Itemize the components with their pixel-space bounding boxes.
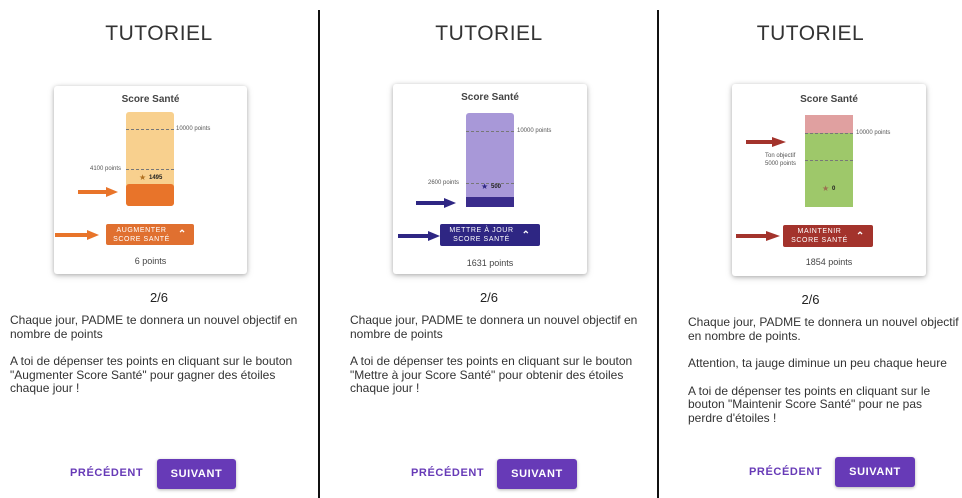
- previous-button[interactable]: PRÉCÉDENT: [749, 466, 822, 478]
- tutorial-text: Chaque jour, PADME te donnera un nouvel …: [350, 313, 640, 410]
- previous-button[interactable]: PRÉCÉDENT: [411, 467, 484, 479]
- tutorial-text: Chaque jour, PADME te donnera un nouvel …: [10, 313, 300, 410]
- arrow-right-icon: [55, 230, 99, 240]
- goal-label: 10000 points: [176, 126, 211, 132]
- target-label: 5000 points: [765, 161, 797, 167]
- target-label: Ton objectif: [765, 153, 796, 159]
- points-balance: 6 points: [134, 256, 167, 266]
- double-chevron-up-icon: ⌃: [521, 229, 531, 241]
- page-title: TUTORIEL: [435, 22, 543, 45]
- gauge-fill: [126, 184, 174, 206]
- page-title: TUTORIEL: [105, 22, 213, 45]
- tutorial-panel-3: TUTORIEL Score Santé 10000 points Ton ob…: [659, 0, 962, 498]
- paragraph: A toi de dépenser tes points en cliquant…: [688, 383, 931, 425]
- star-icon: ★: [481, 182, 489, 191]
- button-label-line2: SCORE SANTÉ: [453, 236, 510, 243]
- target-label: 4100 points: [90, 166, 122, 172]
- points-balance: 1631 points: [466, 258, 514, 268]
- paragraph: Chaque jour, PADME te donnera un nouvel …: [10, 313, 298, 341]
- tutorial-text: Chaque jour, PADME te donnera un nouvel …: [688, 315, 960, 439]
- page-indicator: 2/6: [479, 290, 499, 305]
- goal-line: [805, 133, 853, 134]
- double-chevron-up-icon: ⌃: [855, 230, 865, 242]
- next-button[interactable]: SUIVANT: [835, 457, 915, 487]
- next-button[interactable]: SUIVANT: [497, 459, 577, 489]
- arrow-right-icon: [746, 137, 786, 147]
- arrow-right-icon: [736, 231, 780, 241]
- arrow-right-icon: [416, 198, 456, 208]
- score-card: Score Santé 10000 points 2600 points ★ 5…: [393, 84, 587, 274]
- star-count: 1495: [149, 175, 163, 181]
- paragraph: Chaque jour, PADME te donnera un nouvel …: [350, 313, 638, 341]
- page-indicator: 2/6: [149, 290, 169, 305]
- page-title: TUTORIEL: [756, 22, 865, 45]
- arrow-right-icon: [398, 231, 440, 241]
- target-line: [805, 160, 853, 161]
- button-label-line2: SCORE SANTÉ: [791, 237, 848, 244]
- goal-line: [126, 129, 174, 130]
- tutorial-panel-2: TUTORIEL Score Santé 10000 points 2600 p…: [320, 0, 658, 498]
- paragraph: A toi de dépenser tes points en cliquant…: [350, 354, 633, 395]
- score-card: Score Santé 10000 points 4100 points ★ 1…: [54, 86, 247, 274]
- star-icon: ★: [139, 173, 147, 182]
- star-count: 0: [832, 186, 836, 192]
- gauge-fill: [466, 197, 514, 207]
- gauge-overflow-zone: [805, 115, 853, 133]
- button-label-line2: SCORE SANTÉ: [113, 235, 170, 243]
- target-line: [126, 169, 174, 170]
- card-title: Score Santé: [461, 92, 519, 103]
- double-chevron-up-icon: ⌃: [177, 229, 187, 240]
- target-label: 2600 points: [428, 180, 460, 186]
- points-balance: 1854 points: [805, 257, 853, 267]
- button-label-line1: AUGMENTER: [116, 226, 167, 234]
- star-icon: ★: [822, 184, 830, 193]
- card-title: Score Santé: [121, 94, 180, 105]
- maintain-score-button[interactable]: MAINTENIR SCORE SANTÉ ⌃: [783, 225, 873, 247]
- page-indicator: 2/6: [801, 292, 820, 307]
- button-label-line1: METTRE À JOUR: [449, 227, 514, 234]
- update-score-button[interactable]: METTRE À JOUR SCORE SANTÉ ⌃: [440, 224, 540, 246]
- tutorial-panel-1: TUTORIEL Score Santé 10000 points 4100 p…: [0, 0, 318, 498]
- button-label-line1: MAINTENIR: [797, 228, 842, 235]
- paragraph: A toi de dépenser tes points en cliquant…: [10, 354, 293, 395]
- health-gauge: [126, 112, 174, 206]
- increase-score-button[interactable]: AUGMENTER SCORE SANTÉ ⌃: [106, 224, 194, 245]
- card-title: Score Santé: [800, 94, 858, 105]
- goal-label: 10000 points: [856, 130, 891, 136]
- health-gauge: [466, 113, 514, 207]
- paragraph: Chaque jour, PADME te donnera un nouvel …: [688, 315, 959, 343]
- target-line: [466, 183, 514, 184]
- goal-label: 10000 points: [517, 128, 552, 134]
- previous-button[interactable]: PRÉCÉDENT: [70, 467, 143, 479]
- arrow-right-icon: [78, 187, 118, 197]
- star-count: 500: [491, 184, 502, 190]
- goal-line: [466, 131, 514, 132]
- score-card: Score Santé 10000 points Ton objectif 50…: [732, 84, 926, 276]
- health-gauge: [805, 115, 853, 207]
- paragraph: Attention, ta jauge diminue un peu chaqu…: [688, 356, 947, 370]
- next-button[interactable]: SUIVANT: [157, 459, 236, 489]
